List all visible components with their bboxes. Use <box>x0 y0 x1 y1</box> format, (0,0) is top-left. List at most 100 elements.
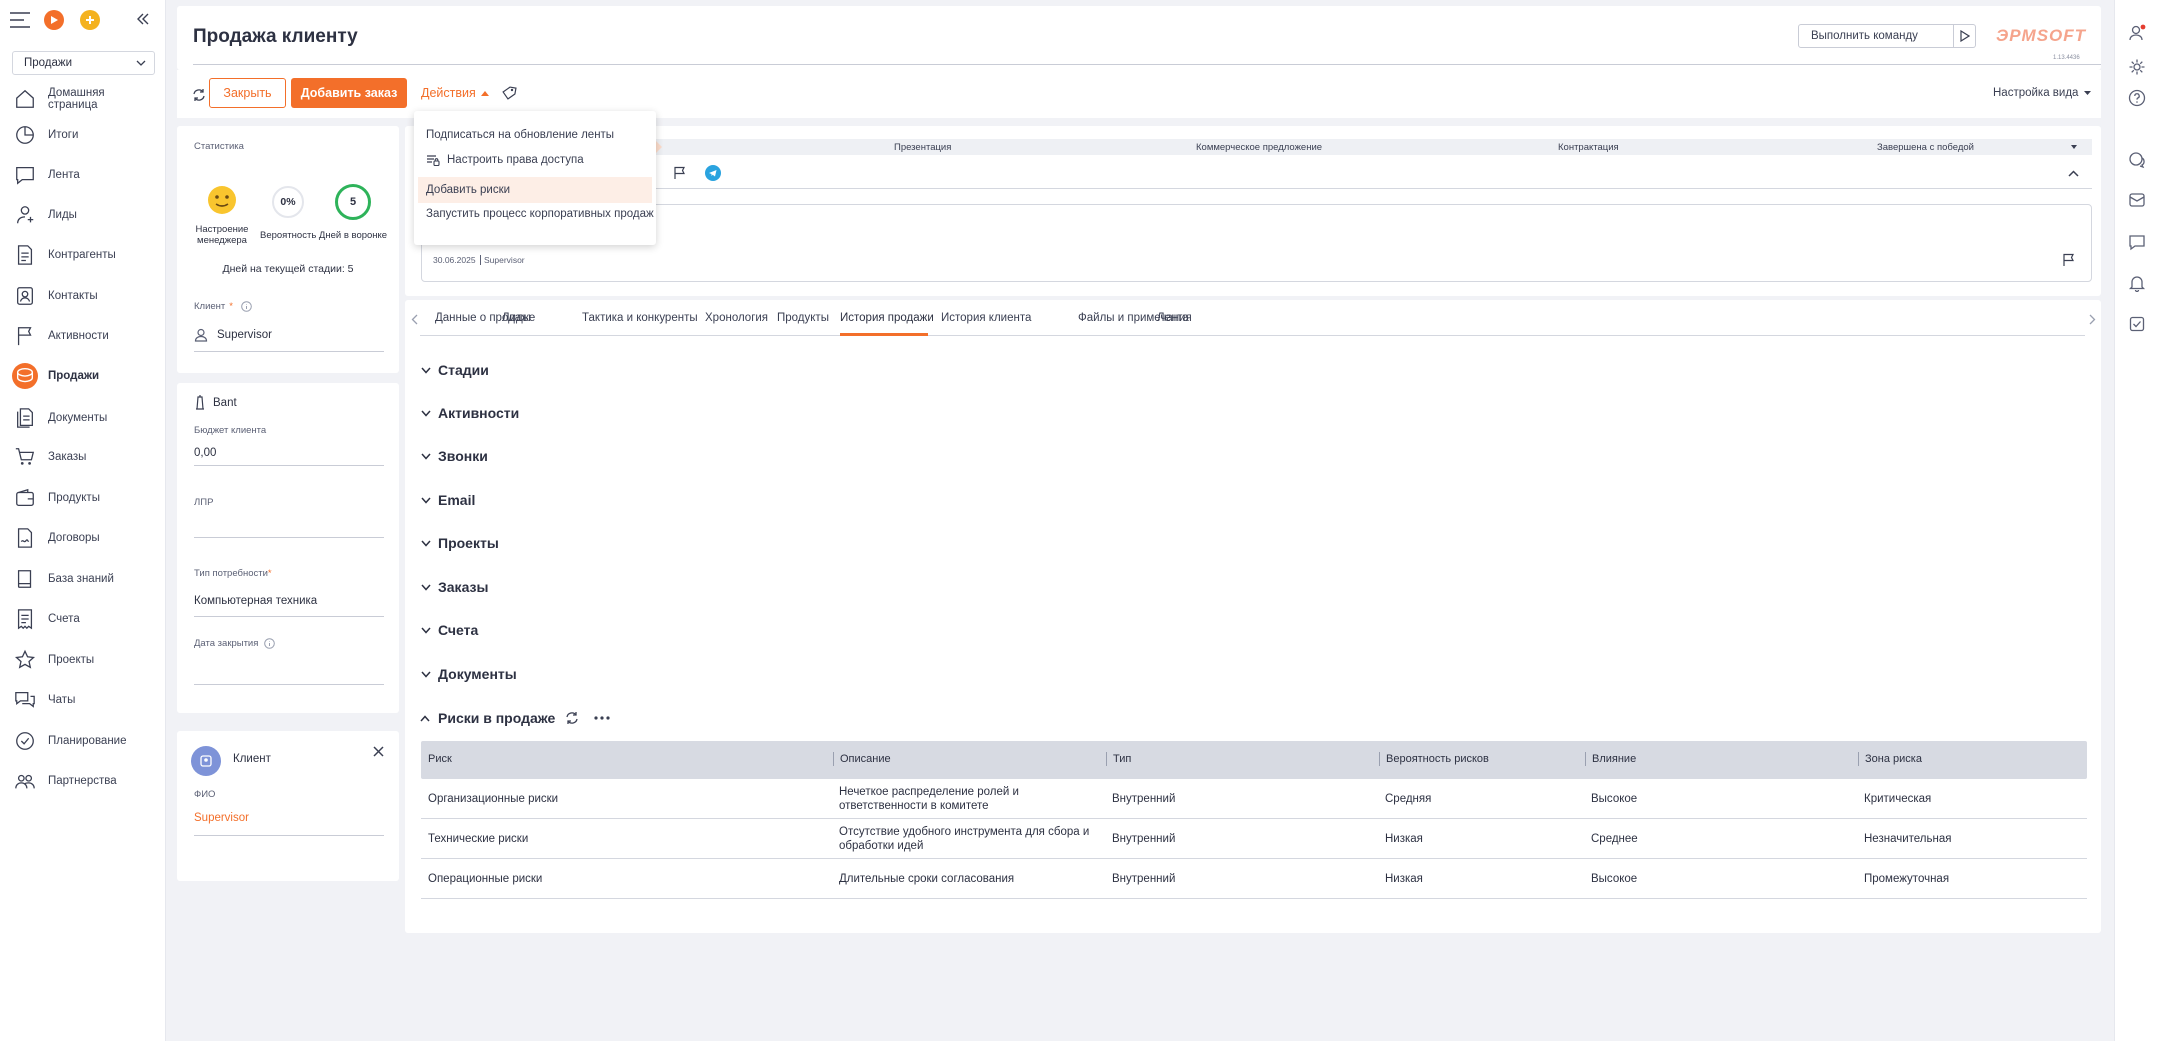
comment-icon[interactable] <box>2126 231 2148 253</box>
chevron-up-icon[interactable] <box>2068 170 2079 177</box>
budget-field[interactable]: 0,00 <box>194 443 384 466</box>
section-5[interactable]: Проекты <box>420 535 499 551</box>
fio-link[interactable]: Supervisor <box>194 812 384 836</box>
sidebar-item-flag[interactable]: Активности <box>0 316 166 356</box>
more-icon[interactable] <box>594 716 610 720</box>
column-header-4[interactable]: Вероятность рисков <box>1379 752 1489 766</box>
version-label: 1.13.4436 <box>2053 55 2080 61</box>
add-icon[interactable] <box>80 10 100 30</box>
sidebar-item-check-circle[interactable]: Планирование <box>0 721 166 761</box>
column-header-2[interactable]: Описание <box>833 752 891 766</box>
sidebar-item-chat-bubble[interactable]: Лента <box>0 155 166 195</box>
collapse-sidebar-icon[interactable] <box>136 12 150 26</box>
add-order-button[interactable]: Добавить заказ <box>291 78 407 108</box>
sidebar-item-documents[interactable]: Документы <box>0 398 166 438</box>
column-header-5[interactable]: Влияние <box>1585 752 1636 766</box>
flag-icon[interactable] <box>673 166 687 180</box>
stage-2[interactable]: Коммерческое предложение <box>1196 142 1322 153</box>
tag-icon[interactable] <box>501 85 517 101</box>
need-type-label-text: Тип потребности <box>194 568 268 579</box>
column-header-6[interactable]: Зона риска <box>1858 752 1922 766</box>
sidebar-item-label: База знаний <box>48 573 114 585</box>
command-input[interactable]: Выполнить команду <box>1798 24 1954 48</box>
wallet-icon <box>12 485 38 511</box>
sidebar-item-home[interactable]: Домашняя страница <box>0 79 166 119</box>
actions-menu-item-1[interactable]: Подписаться на обновление ленты <box>414 122 656 148</box>
close-icon[interactable] <box>373 746 384 757</box>
play-triangle-icon <box>1959 30 1970 42</box>
section-3[interactable]: Звонки <box>420 448 488 464</box>
section-7[interactable]: Счета <box>420 622 478 638</box>
lpr-field[interactable] <box>194 514 384 538</box>
run-command-button[interactable] <box>1954 24 1976 48</box>
section-title: Стадии <box>438 362 489 378</box>
mail-icon[interactable] <box>2126 189 2148 211</box>
section-6[interactable]: Заказы <box>420 579 488 595</box>
section-4[interactable]: Email <box>420 492 475 508</box>
feed-flag-icon[interactable] <box>2062 253 2076 267</box>
table-cell: Внутренний <box>1112 873 1176 885</box>
sidebar-item-label: Контрагенты <box>48 249 116 261</box>
play-icon[interactable] <box>44 10 64 30</box>
sidebar-item-invoice[interactable]: Счета <box>0 599 166 639</box>
module-select[interactable]: Продажи <box>12 51 155 75</box>
tab-3[interactable]: Тактика и конкуренты <box>582 312 698 324</box>
sidebar-item-contract[interactable]: Договоры <box>0 518 166 558</box>
tab-5[interactable]: Продукты <box>777 312 829 324</box>
stage-caret-icon[interactable] <box>2071 145 2077 149</box>
table-cell: Длительные сроки согласования <box>839 873 1015 885</box>
sidebar-item-book[interactable]: База знаний <box>0 559 166 599</box>
actions-menu-item-3[interactable]: Добавить риски <box>418 177 652 203</box>
tabs-divider <box>420 335 2085 336</box>
sidebar-item-star[interactable]: Проекты <box>0 640 166 680</box>
refresh-icon[interactable] <box>191 87 207 103</box>
stage-3[interactable]: Контрактация <box>1558 142 1619 153</box>
actions-dropdown[interactable]: Действия <box>421 86 489 100</box>
tab-7[interactable]: История клиента <box>941 312 1031 324</box>
section-8[interactable]: Документы <box>420 666 517 682</box>
messages-icon[interactable] <box>2126 149 2148 171</box>
need-type-field[interactable]: Компьютерная техника <box>194 595 384 617</box>
stage-4[interactable]: Завершена с победой <box>1877 142 1974 153</box>
user-notification-icon[interactable] <box>2126 22 2148 44</box>
feed-item: 30.06.2025 Supervisor <box>421 204 2092 282</box>
actions-menu-item-2[interactable]: Настроить права доступа <box>414 147 656 173</box>
view-settings-label: Настройка вида <box>1993 87 2079 99</box>
tab-6[interactable]: История продажи <box>840 312 934 324</box>
column-header-3[interactable]: Тип <box>1106 752 1131 766</box>
sidebar-item-pie-chart[interactable]: Итоги <box>0 115 166 155</box>
client-field[interactable]: Supervisor <box>194 322 384 348</box>
actions-menu-item-label: Запустить процесс корпоративных продаж <box>426 208 654 220</box>
gear-icon[interactable] <box>2126 56 2148 78</box>
telegram-icon[interactable] <box>705 165 721 181</box>
sidebar-item-lead[interactable]: Лиды <box>0 195 166 235</box>
sidebar-item-label: Заказы <box>48 451 87 463</box>
actions-menu-item-4[interactable]: Запустить процесс корпоративных продаж <box>414 201 656 227</box>
chevron-down-icon <box>421 367 431 374</box>
column-header-1[interactable]: Риск <box>422 752 452 766</box>
refresh-icon[interactable] <box>564 711 580 725</box>
sidebar-item-contact[interactable]: Контакты <box>0 276 166 316</box>
tasks-icon[interactable] <box>2126 313 2148 335</box>
lead-icon <box>12 202 38 228</box>
tabs-scroll-right-icon[interactable] <box>2089 314 2096 325</box>
section-1[interactable]: Стадии <box>420 362 489 378</box>
stage-1[interactable]: Презентация <box>894 142 951 153</box>
tab-2[interactable]: Лиды <box>502 312 531 324</box>
sidebar-item-chats[interactable]: Чаты <box>0 680 166 720</box>
hamburger-menu-icon[interactable] <box>9 11 31 29</box>
tab-9[interactable]: Лента <box>1157 312 1189 324</box>
close-date-field[interactable] <box>194 660 384 685</box>
help-icon[interactable] <box>2126 87 2148 109</box>
sidebar-item-wallet[interactable]: Продукты <box>0 478 166 518</box>
tabs-scroll-left-icon[interactable] <box>411 314 418 325</box>
sidebar-item-coins[interactable]: Продажи <box>0 356 166 396</box>
tab-4[interactable]: Хронология <box>705 312 768 324</box>
bell-icon[interactable] <box>2126 272 2148 294</box>
sidebar-item-cart[interactable]: Заказы <box>0 437 166 477</box>
sidebar-item-partners[interactable]: Партнерства <box>0 761 166 801</box>
view-settings-dropdown[interactable]: Настройка вида <box>1993 87 2092 99</box>
sidebar-item-document[interactable]: Контрагенты <box>0 235 166 275</box>
close-button[interactable]: Закрыть <box>209 78 286 108</box>
section-2[interactable]: Активности <box>420 405 519 421</box>
